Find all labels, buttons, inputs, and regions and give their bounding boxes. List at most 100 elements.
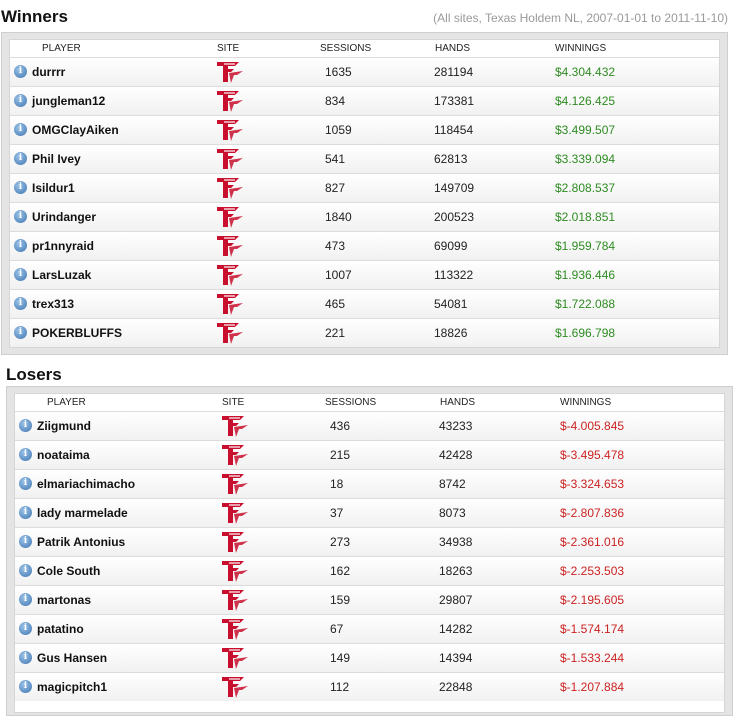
winnings-cell: $1.696.798 [555,326,616,340]
player-name[interactable]: noataima [37,448,90,462]
info-icon[interactable]: i [19,419,32,432]
sessions-cell: 18 [330,477,344,491]
table-row[interactable]: i OMGClayAiken 1059 118454 $3.499.507 [10,115,719,144]
sessions-cell: 67 [330,622,344,636]
info-icon[interactable]: i [19,448,32,461]
player-name[interactable]: Phil Ivey [32,152,81,166]
hands-cell: 149709 [434,181,475,195]
player-name[interactable]: Urindanger [32,210,96,224]
winnings-cell: $-2.807.836 [560,506,625,520]
full-tilt-logo-icon [220,617,250,641]
table-row[interactable]: i POKERBLUFFS 221 18826 $1.696.798 [10,318,719,347]
player-name[interactable]: Isildur1 [32,181,75,195]
table-row[interactable]: i patatino 67 14282 $-1.574.174 [15,614,724,643]
player-name[interactable]: pr1nnyraid [32,239,94,253]
player-name[interactable]: patatino [37,622,84,636]
player-name[interactable]: jungleman12 [32,94,105,108]
player-name[interactable]: magicpitch1 [37,680,107,694]
table-row[interactable]: i pr1nnyraid 473 69099 $1.959.784 [10,231,719,260]
info-icon[interactable]: i [14,65,27,78]
column-header-sessions[interactable]: SESSIONS [325,397,376,408]
info-icon[interactable]: i [14,297,27,310]
column-header-site[interactable]: SITE [222,397,244,408]
player-name[interactable]: Cole South [37,564,100,578]
hands-cell: 14282 [439,622,473,636]
player-name[interactable]: OMGClayAiken [32,123,119,137]
player-name[interactable]: lady marmelade [37,506,128,520]
info-icon[interactable]: i [19,622,32,635]
hands-cell: 18263 [439,564,473,578]
table-row[interactable]: i Ziigmund 436 43233 $-4.005.845 [15,411,724,440]
sessions-cell: 1007 [325,268,352,282]
info-icon[interactable]: i [14,210,27,223]
info-icon[interactable]: i [19,651,32,664]
hands-cell: 29807 [439,593,473,607]
info-icon[interactable]: i [19,506,32,519]
info-icon[interactable]: i [19,477,32,490]
sessions-cell: 834 [325,94,346,108]
full-tilt-logo-icon [220,588,250,612]
sessions-cell: 1635 [325,65,352,79]
column-header-winnings[interactable]: WINNINGS [560,397,611,408]
table-row[interactable]: i elmariachimacho 18 8742 $-3.324.653 [15,469,724,498]
column-header-hands[interactable]: HANDS [435,43,470,54]
full-tilt-logo-icon [220,414,250,438]
table-row[interactable]: i Cole South 162 18263 $-2.253.503 [15,556,724,585]
player-name[interactable]: martonas [37,593,91,607]
info-icon[interactable]: i [14,152,27,165]
table-row[interactable]: i durrrr 1635 281194 $4.304.432 [10,57,719,86]
column-header-player[interactable]: PLAYER [47,397,86,408]
table-row[interactable]: i Gus Hansen 149 14394 $-1.533.244 [15,643,724,672]
player-name[interactable]: trex313 [32,297,74,311]
table-row[interactable]: i noataima 215 42428 $-3.495.478 [15,440,724,469]
player-name[interactable]: Patrik Antonius [37,535,125,549]
hands-cell: 200523 [434,210,475,224]
info-icon[interactable]: i [14,181,27,194]
winnings-cell: $3.339.094 [555,152,616,166]
table-row[interactable]: i Patrik Antonius 273 34938 $-2.361.016 [15,527,724,556]
table-row[interactable]: i trex313 465 54081 $1.722.088 [10,289,719,318]
hands-cell: 43233 [439,419,473,433]
player-name[interactable]: elmariachimacho [37,477,135,491]
winnings-cell: $4.304.432 [555,65,616,79]
hands-cell: 281194 [434,65,474,79]
column-header-sessions[interactable]: SESSIONS [320,43,371,54]
winnings-cell: $-2.195.605 [560,593,625,607]
table-row[interactable]: i jungleman12 834 173381 $4.126.425 [10,86,719,115]
sessions-cell: 215 [330,448,351,462]
info-icon[interactable]: i [19,564,32,577]
column-header-hands[interactable]: HANDS [440,397,475,408]
table-row[interactable]: i Isildur1 827 149709 $2.808.537 [10,173,719,202]
info-icon[interactable]: i [14,268,27,281]
info-icon[interactable]: i [19,535,32,548]
table-row[interactable]: i magicpitch1 112 22848 $-1.207.884 [15,672,724,701]
column-header-player[interactable]: PLAYER [42,43,81,54]
info-icon[interactable]: i [14,326,27,339]
table-row[interactable]: i Phil Ivey 541 62813 $3.339.094 [10,144,719,173]
table-row[interactable]: i lady marmelade 37 8073 $-2.807.836 [15,498,724,527]
info-icon[interactable]: i [14,239,27,252]
winnings-cell: $-2.253.503 [560,564,625,578]
sessions-cell: 465 [325,297,346,311]
column-header-winnings[interactable]: WINNINGS [555,43,606,54]
full-tilt-logo-icon [220,559,250,583]
column-header-site[interactable]: SITE [217,43,239,54]
hands-cell: 54081 [434,297,468,311]
info-icon[interactable]: i [14,123,27,136]
table-row[interactable]: i martonas 159 29807 $-2.195.605 [15,585,724,614]
table-row[interactable]: i LarsLuzak 1007 113322 $1.936.446 [10,260,719,289]
player-name[interactable]: POKERBLUFFS [32,326,122,340]
player-name[interactable]: LarsLuzak [32,268,91,282]
table-row[interactable]: i Urindanger 1840 200523 $2.018.851 [10,202,719,231]
hands-cell: 42428 [439,448,473,462]
losers-table-header: PLAYER SITE SESSIONS HANDS WINNINGS [15,394,724,411]
full-tilt-logo-icon [215,60,245,84]
hands-cell: 62813 [434,152,468,166]
sessions-cell: 273 [330,535,351,549]
info-icon[interactable]: i [14,94,27,107]
info-icon[interactable]: i [19,680,32,693]
player-name[interactable]: Gus Hansen [37,651,107,665]
player-name[interactable]: Ziigmund [37,419,91,433]
player-name[interactable]: durrrr [32,65,65,79]
info-icon[interactable]: i [19,593,32,606]
